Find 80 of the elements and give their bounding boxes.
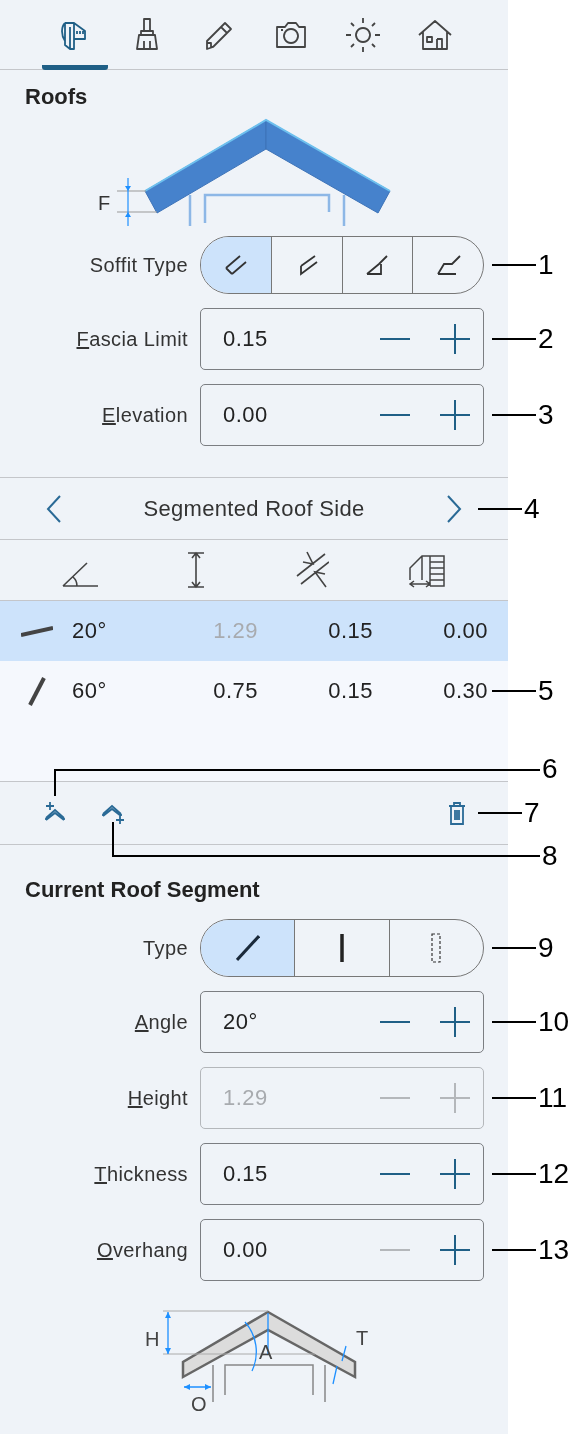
- dimension-label: T: [356, 1327, 369, 1349]
- field-label: Elevation: [102, 403, 188, 427]
- callout-number: 13: [538, 1234, 570, 1266]
- callout-number: 12: [538, 1158, 570, 1190]
- table-row[interactable]: 60° 0.75 0.15 0.30: [0, 661, 508, 721]
- chevron-right-icon: [444, 493, 464, 524]
- soffit-option[interactable]: [201, 237, 271, 293]
- plus-icon: [439, 1158, 471, 1190]
- callout-number: 8: [542, 840, 558, 872]
- callout-number: 5: [538, 675, 554, 707]
- field-value: 0.15: [223, 1161, 269, 1187]
- plus-button[interactable]: [439, 399, 471, 431]
- dimension-arrow: [116, 177, 158, 227]
- segment-icon: [28, 676, 46, 706]
- callout-number: 4: [524, 492, 540, 525]
- field-value: 20°: [223, 1009, 259, 1035]
- plus-button[interactable]: [439, 1006, 471, 1038]
- plus-icon: [439, 399, 471, 431]
- field-label: Thickness: [94, 1162, 188, 1186]
- table-cell-text: 0.15: [327, 618, 373, 644]
- field-label: Overhang: [96, 1238, 188, 1262]
- table-cell-text: 0.75: [212, 678, 258, 704]
- section-title: Roofs: [25, 83, 88, 110]
- chevron-left-icon: [44, 493, 64, 524]
- minus-icon: [379, 1248, 411, 1252]
- field-label: Fascia Limit: [76, 327, 188, 351]
- dashed-rectangle-icon: [431, 933, 442, 963]
- table-row[interactable]: 20° 1.29 0.15 0.00: [0, 601, 508, 661]
- plus-icon: [439, 1006, 471, 1038]
- field-label: Type: [143, 936, 188, 960]
- table-cell-text: 60°: [72, 678, 108, 704]
- plus-icon: [439, 323, 471, 355]
- table-cell-text: 0.00: [442, 618, 488, 644]
- minus-icon: [379, 1020, 411, 1024]
- callout-number: 3: [538, 399, 554, 431]
- callout-number: 7: [524, 797, 540, 829]
- plus-icon: [439, 1234, 471, 1266]
- field-label: Soffit Type: [89, 253, 188, 277]
- sun-icon: [343, 15, 383, 55]
- line-icon: [340, 934, 344, 962]
- stepper-field[interactable]: 20°: [200, 991, 484, 1053]
- field-value: 1.29: [223, 1085, 269, 1111]
- dimension-label: F: [98, 192, 111, 214]
- stepper-field[interactable]: 0.15: [200, 1143, 484, 1205]
- callout-number: 10: [538, 1006, 570, 1038]
- thickness-icon: [295, 550, 329, 590]
- dimension-label: H: [145, 1328, 160, 1350]
- nav-title: Segmented Roof Side: [143, 495, 365, 522]
- field-label: Height: [127, 1086, 188, 1110]
- height-icon: [186, 550, 206, 590]
- field-label: Angle: [134, 1010, 188, 1034]
- minus-icon: [379, 413, 411, 417]
- type-option[interactable]: [201, 920, 295, 976]
- dimension-label: A: [259, 1341, 273, 1363]
- table-cell-text: 0.15: [327, 678, 373, 704]
- callout-number: 6: [542, 753, 558, 785]
- section-title: Current Roof Segment: [25, 876, 260, 903]
- plus-button[interactable]: [439, 323, 471, 355]
- line-icon: [235, 935, 260, 961]
- minus-icon: [379, 337, 411, 341]
- stepper-field[interactable]: 0.00: [200, 384, 484, 446]
- minus-icon: [379, 1096, 411, 1100]
- minus-icon: [379, 1172, 411, 1176]
- field-value: 0.15: [223, 326, 269, 352]
- segment-icon: [21, 625, 53, 637]
- callout-number: 9: [538, 932, 554, 964]
- stepper-field[interactable]: 0.15: [200, 308, 484, 370]
- callout-number: 11: [538, 1082, 568, 1114]
- table-cell-text: 0.30: [442, 678, 488, 704]
- plus-button[interactable]: [439, 1158, 471, 1190]
- table-cell-text: 20°: [72, 618, 108, 644]
- callout-number: 2: [538, 323, 554, 355]
- plus-button[interactable]: [439, 1234, 471, 1266]
- plus-icon: [439, 1082, 471, 1114]
- field-value: 0.00: [223, 402, 269, 428]
- stepper-field[interactable]: 0.00: [200, 1219, 484, 1281]
- dimension-label: O: [191, 1393, 207, 1415]
- callout-number: 1: [538, 249, 554, 281]
- field-value: 0.00: [223, 1237, 269, 1263]
- table-cell-text: 1.29: [212, 618, 258, 644]
